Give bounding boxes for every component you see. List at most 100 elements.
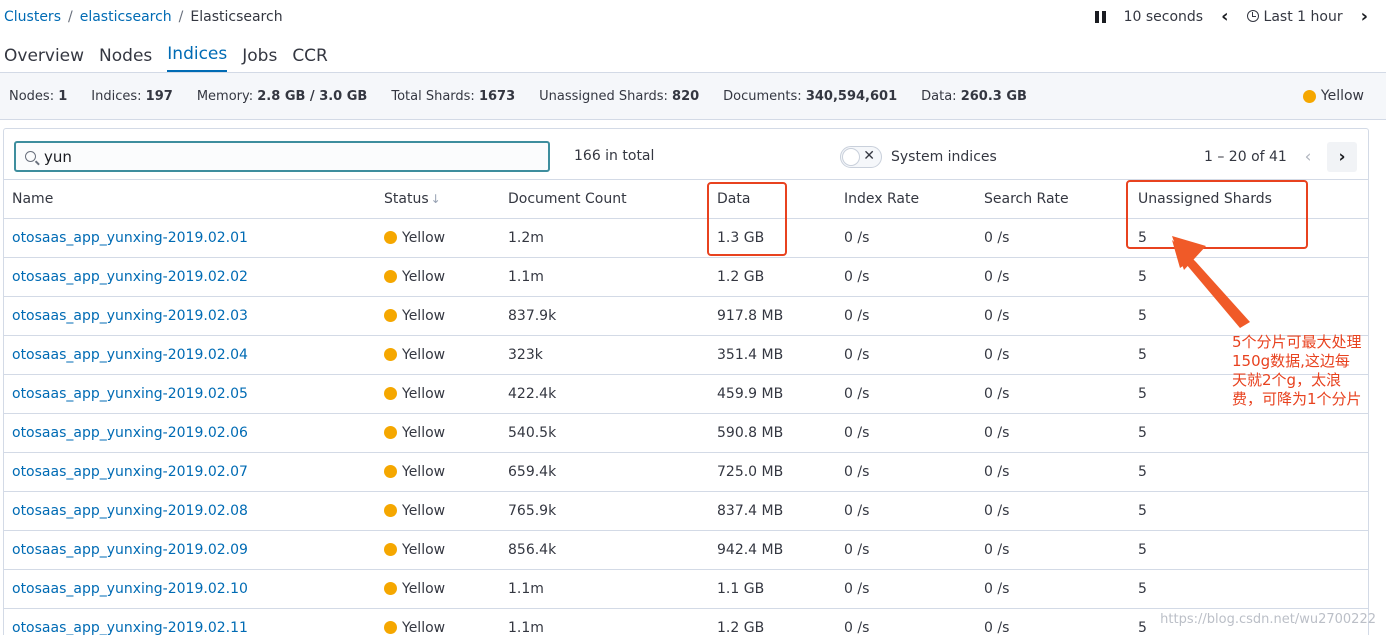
cell-unassigned-shards: 5 xyxy=(1138,569,1368,609)
cell-search-rate: 0 /s xyxy=(984,491,1138,531)
cell-unassigned-shards: 5 xyxy=(1138,257,1368,297)
table-row: otosaas_app_yunxing-2019.02.05 Yellow 422.… xyxy=(4,374,1368,414)
cell-document-count: 422.4k xyxy=(508,374,717,414)
cell-name: otosaas_app_yunxing-2019.02.09 xyxy=(4,530,384,570)
system-indices-label: System indices xyxy=(891,149,997,165)
cell-document-count: 1.2m xyxy=(508,218,717,258)
cell-status: Yellow xyxy=(384,530,508,570)
chevron-right-icon[interactable]: › xyxy=(1361,8,1368,26)
pagination-prev-button[interactable]: ‹ xyxy=(1293,142,1323,172)
cell-status: Yellow xyxy=(384,491,508,531)
close-icon: ✕ xyxy=(863,148,875,164)
cell-data: 590.8 MB xyxy=(717,413,844,453)
status-dot-icon xyxy=(384,231,397,244)
cell-search-rate: 0 /s xyxy=(984,608,1138,635)
pause-icon[interactable] xyxy=(1094,11,1106,23)
cell-index-rate: 0 /s xyxy=(844,569,984,609)
cell-unassigned-shards: 5 xyxy=(1138,413,1368,453)
cell-unassigned-shards: 5 xyxy=(1138,530,1368,570)
tab-overview[interactable]: Overview xyxy=(4,46,84,72)
table-row: otosaas_app_yunxing-2019.02.08 Yellow 765.… xyxy=(4,491,1368,531)
cell-search-rate: 0 /s xyxy=(984,257,1138,297)
time-controls: 10 seconds ‹ Last 1 hour › xyxy=(1077,8,1382,26)
cell-search-rate: 0 /s xyxy=(984,452,1138,492)
cell-name: otosaas_app_yunxing-2019.02.11 xyxy=(4,608,384,635)
breadcrumb-clusters[interactable]: Clusters xyxy=(4,9,61,25)
status-dot-icon xyxy=(384,504,397,517)
breadcrumb-current: Elasticsearch xyxy=(190,9,283,25)
index-link[interactable]: otosaas_app_yunxing-2019.02.06 xyxy=(12,425,248,441)
table-row: otosaas_app_yunxing-2019.02.04 Yellow 323k… xyxy=(4,335,1368,375)
cell-name: otosaas_app_yunxing-2019.02.06 xyxy=(4,413,384,453)
cell-index-rate: 0 /s xyxy=(844,413,984,453)
status-dot-icon xyxy=(384,582,397,595)
column-header-index-rate[interactable]: Index Rate xyxy=(844,179,984,219)
stat-documents: Documents: 340,594,601 xyxy=(723,88,898,104)
tab-jobs[interactable]: Jobs xyxy=(242,46,277,72)
cell-name: otosaas_app_yunxing-2019.02.02 xyxy=(4,257,384,297)
cell-index-rate: 0 /s xyxy=(844,218,984,258)
tab-ccr[interactable]: CCR xyxy=(292,46,328,72)
cell-document-count: 540.5k xyxy=(508,413,717,453)
index-link[interactable]: otosaas_app_yunxing-2019.02.10 xyxy=(12,581,248,597)
cell-index-rate: 0 /s xyxy=(844,452,984,492)
chevron-left-icon: ‹ xyxy=(1304,147,1312,167)
breadcrumb-cluster[interactable]: elasticsearch xyxy=(80,9,172,25)
status-dot-icon xyxy=(384,465,397,478)
search-input[interactable] xyxy=(44,147,524,166)
cell-document-count: 856.4k xyxy=(508,530,717,570)
cell-name: otosaas_app_yunxing-2019.02.07 xyxy=(4,452,384,492)
time-range-picker[interactable]: Last 1 hour xyxy=(1246,9,1343,25)
column-header-document-count[interactable]: Document Count xyxy=(508,179,717,219)
cell-search-rate: 0 /s xyxy=(984,374,1138,414)
index-link[interactable]: otosaas_app_yunxing-2019.02.09 xyxy=(12,542,248,558)
index-link[interactable]: otosaas_app_yunxing-2019.02.01 xyxy=(12,230,248,246)
index-link[interactable]: otosaas_app_yunxing-2019.02.11 xyxy=(12,620,248,635)
index-link[interactable]: otosaas_app_yunxing-2019.02.04 xyxy=(12,347,248,363)
status-dot-icon xyxy=(384,621,397,634)
column-header-name[interactable]: Name xyxy=(4,179,384,219)
system-indices-toggle[interactable]: ✕ xyxy=(840,146,882,168)
cell-document-count: 837.9k xyxy=(508,296,717,336)
cell-status: Yellow xyxy=(384,218,508,258)
cell-data: 1.2 GB xyxy=(717,257,844,297)
top-bar: Clusters / elasticsearch / Elasticsearch… xyxy=(0,0,1386,34)
search-box xyxy=(14,141,550,172)
index-link[interactable]: otosaas_app_yunxing-2019.02.07 xyxy=(12,464,248,480)
pagination-next-button[interactable]: › xyxy=(1327,142,1357,172)
highlight-box-data xyxy=(707,182,787,256)
column-header-status[interactable]: Status ↓ xyxy=(384,179,508,219)
tab-nodes[interactable]: Nodes xyxy=(99,46,152,72)
cluster-status-bar: Nodes: 1 Indices: 197 Memory: 2.8 GB / 3… xyxy=(0,72,1386,120)
index-link[interactable]: otosaas_app_yunxing-2019.02.05 xyxy=(12,386,248,402)
search-icon xyxy=(25,151,36,162)
table-row: otosaas_app_yunxing-2019.02.09 Yellow 856.… xyxy=(4,530,1368,570)
index-link[interactable]: otosaas_app_yunxing-2019.02.08 xyxy=(12,503,248,519)
status-dot-icon xyxy=(384,387,397,400)
cell-unassigned-shards: 5 xyxy=(1138,491,1368,531)
status-dot-icon xyxy=(384,309,397,322)
cell-unassigned-shards: 5 xyxy=(1138,296,1368,336)
index-link[interactable]: otosaas_app_yunxing-2019.02.03 xyxy=(12,308,248,324)
cell-status: Yellow xyxy=(384,335,508,375)
stat-nodes: Nodes: 1 xyxy=(9,88,68,104)
cell-unassigned-shards: 5 xyxy=(1138,452,1368,492)
cell-data: 1.1 GB xyxy=(717,569,844,609)
cell-data: 837.4 MB xyxy=(717,491,844,531)
toggle-knob xyxy=(842,148,860,166)
index-link[interactable]: otosaas_app_yunxing-2019.02.02 xyxy=(12,269,248,285)
status-dot-icon xyxy=(384,270,397,283)
cell-name: otosaas_app_yunxing-2019.02.10 xyxy=(4,569,384,609)
breadcrumb-separator: / xyxy=(67,9,73,25)
refresh-interval[interactable]: 10 seconds xyxy=(1124,9,1204,25)
status-dot-icon xyxy=(1302,89,1316,103)
cell-document-count: 659.4k xyxy=(508,452,717,492)
cell-search-rate: 0 /s xyxy=(984,413,1138,453)
column-header-search-rate[interactable]: Search Rate xyxy=(984,179,1138,219)
tab-indices[interactable]: Indices xyxy=(167,44,228,72)
cell-status: Yellow xyxy=(384,569,508,609)
breadcrumb-separator: / xyxy=(178,9,184,25)
cell-index-rate: 0 /s xyxy=(844,374,984,414)
chevron-left-icon[interactable]: ‹ xyxy=(1221,8,1228,26)
clock-icon xyxy=(1246,10,1259,22)
